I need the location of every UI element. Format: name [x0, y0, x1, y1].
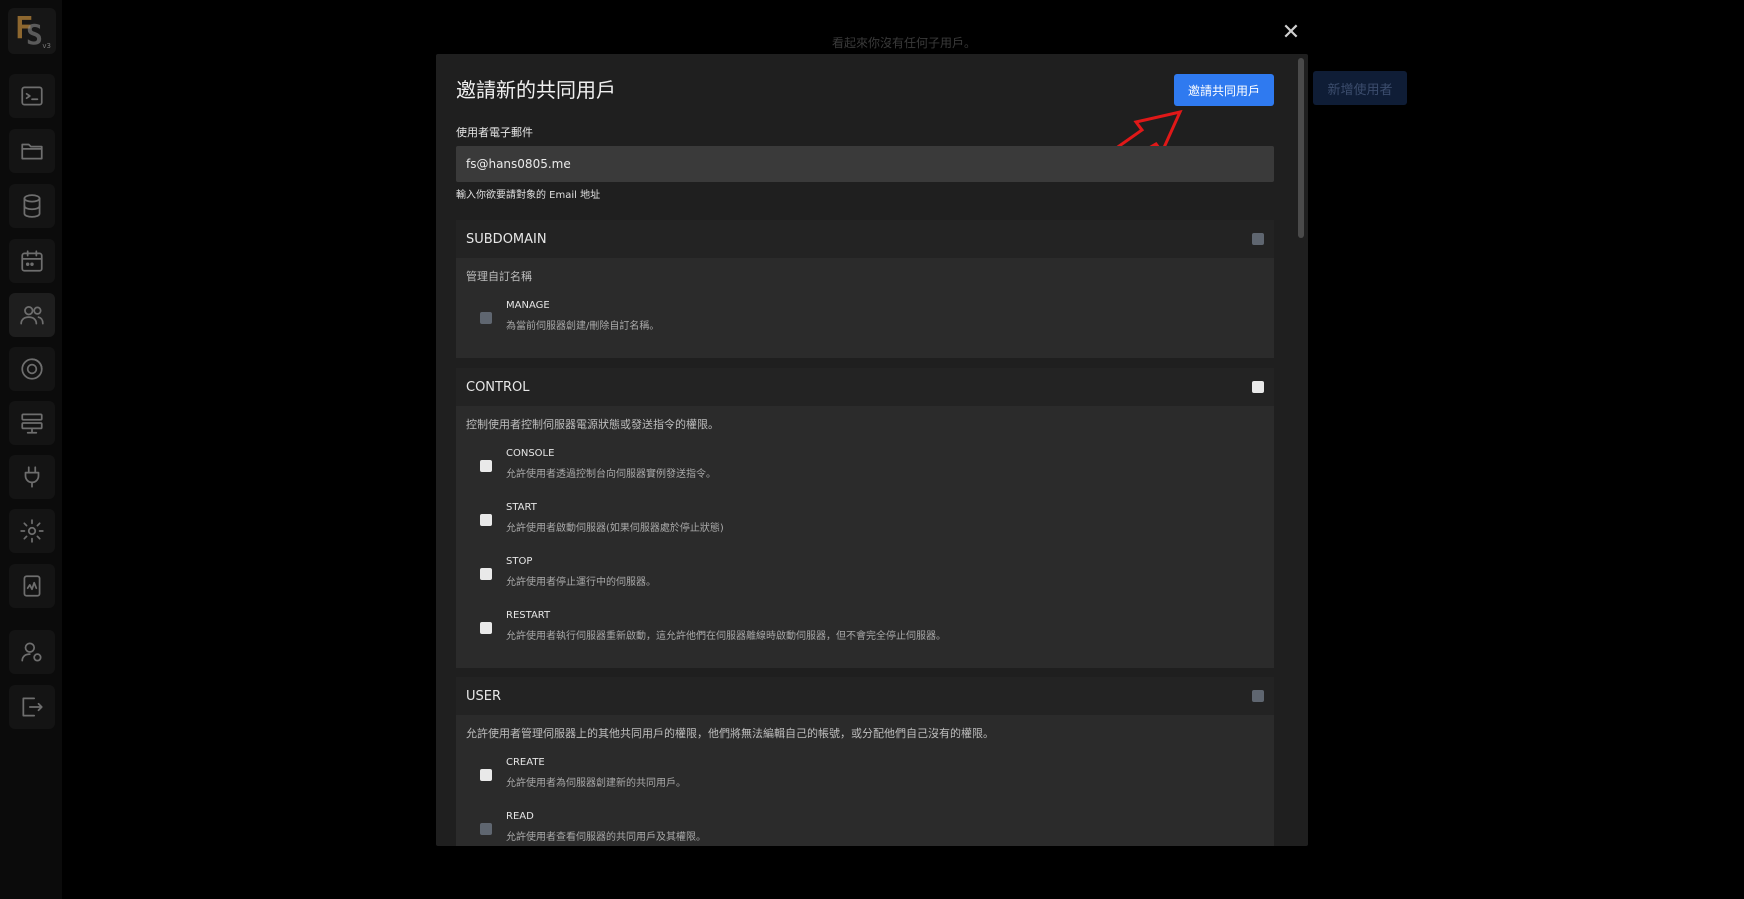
- close-icon[interactable]: ✕: [1280, 22, 1302, 44]
- perm-start: START 允許使用者啟動伺服器(如果伺服器處於停止狀態): [466, 500, 1264, 554]
- select-all-checkbox[interactable]: [1252, 690, 1264, 702]
- permission-checkbox[interactable]: [480, 568, 492, 580]
- permission-checkbox[interactable]: [480, 312, 492, 324]
- section-title: SUBDOMAIN: [466, 231, 547, 247]
- perm-console: CONSOLE 允許使用者透過控制台向伺服器實例發送指令。: [466, 446, 1264, 500]
- logo-version: v3: [42, 42, 51, 50]
- calendar-icon: [21, 250, 43, 272]
- gear-icon: [20, 519, 44, 543]
- nav-settings[interactable]: [9, 509, 55, 553]
- network-icon: [21, 413, 43, 434]
- section-desc: 管理自訂名稱: [466, 270, 532, 283]
- nav-startup[interactable]: [9, 455, 55, 499]
- perm-desc: 為當前伺服器創建/刪除自訂名稱。: [506, 321, 660, 332]
- no-subusers-notice: 看起來你沒有任何子用戶。: [832, 36, 977, 50]
- perm-name: CONSOLE: [506, 448, 555, 459]
- perm-desc: 允許使用者啟動伺服器(如果伺服器處於停止狀態): [506, 523, 724, 534]
- database-icon: [23, 194, 41, 218]
- email-help: 輸入你欲要請對象的 Email 地址: [456, 190, 601, 201]
- perm-desc: 允許使用者停止運行中的伺服器。: [506, 577, 656, 588]
- perm-name: STOP: [506, 556, 533, 567]
- section-user: USER 允許使用者管理伺服器上的其他共同用戶的權限，他們將無法編輯自己的帳號，…: [456, 677, 1274, 846]
- invite-subuser-button[interactable]: 邀請共同用戶: [1174, 74, 1274, 106]
- permission-checkbox[interactable]: [480, 823, 492, 835]
- folder-icon: [21, 143, 43, 160]
- nav-logout[interactable]: [9, 685, 55, 729]
- section-title: CONTROL: [466, 379, 530, 395]
- perm-manage: MANAGE 為當前伺服器創建/刪除自訂名稱。: [466, 298, 1264, 352]
- permission-checkbox[interactable]: [480, 514, 492, 526]
- permission-checkbox[interactable]: [480, 769, 492, 781]
- users-icon: [20, 306, 44, 325]
- modal-title: 邀請新的共同用戶: [456, 78, 616, 102]
- perm-restart: RESTART 允許使用者執行伺服器重新啟動，這允許他們在伺服器離線時啟動伺服器…: [466, 608, 1264, 662]
- perm-desc: 允許使用者執行伺服器重新啟動，這允許他們在伺服器離線時啟動伺服器，但不會完全停止…: [506, 631, 946, 642]
- permission-checkbox[interactable]: [480, 460, 492, 472]
- terminal-icon: [21, 86, 43, 106]
- perm-name: READ: [506, 811, 534, 822]
- email-field[interactable]: [456, 146, 1274, 182]
- add-user-button[interactable]: 新增使用者: [1313, 71, 1407, 105]
- perm-desc: 允許使用者透過控制台向伺服器實例發送指令。: [506, 469, 716, 480]
- modal-scrollbar[interactable]: [1298, 58, 1304, 238]
- select-all-checkbox[interactable]: [1252, 233, 1264, 245]
- perm-stop: STOP 允許使用者停止運行中的伺服器。: [466, 554, 1264, 608]
- section-title: USER: [466, 688, 502, 704]
- sidebar: FS v3: [0, 0, 62, 899]
- perm-desc: 允許使用者為伺服器創建新的共同用戶。: [506, 778, 686, 789]
- section-control: CONTROL 控制使用者控制伺服器電源狀態或發送指令的權限。 CONSOLE …: [456, 368, 1274, 668]
- invite-subuser-modal: 邀請新的共同用戶 邀請共同用戶 使用者電子郵件 輸入你欲要請對象的 Email …: [436, 54, 1308, 846]
- logout-icon: [22, 697, 43, 717]
- permission-checkbox[interactable]: [480, 622, 492, 634]
- section-desc: 允許使用者管理伺服器上的其他共同用戶的權限，他們將無法編輯自己的帳號，或分配他們…: [466, 727, 994, 740]
- perm-name: CREATE: [506, 757, 545, 768]
- app-logo[interactable]: FS v3: [8, 8, 56, 54]
- nav-files[interactable]: [9, 129, 55, 173]
- email-label: 使用者電子郵件: [456, 126, 533, 139]
- nav-account[interactable]: [9, 630, 55, 674]
- nav-activity[interactable]: [9, 564, 55, 608]
- perm-desc: 允許使用者查看伺服器的共同用戶及其權限。: [506, 832, 706, 843]
- perm-name: MANAGE: [506, 300, 550, 311]
- perm-name: RESTART: [506, 610, 551, 621]
- nav-network[interactable]: [9, 401, 55, 445]
- select-all-checkbox[interactable]: [1252, 381, 1264, 393]
- section-desc: 控制使用者控制伺服器電源狀態或發送指令的權限。: [466, 418, 719, 431]
- nav-console[interactable]: [9, 74, 55, 118]
- nav-backups[interactable]: [9, 347, 55, 391]
- backup-icon: [21, 358, 43, 380]
- nav-databases[interactable]: [9, 184, 55, 228]
- section-subdomain: SUBDOMAIN 管理自訂名稱 MANAGE 為當前伺服器創建/刪除自訂名稱。: [456, 220, 1274, 358]
- perm-create: CREATE 允許使用者為伺服器創建新的共同用戶。: [466, 755, 1264, 809]
- account-settings-icon: [21, 642, 42, 662]
- plug-icon: [24, 466, 40, 488]
- nav-users[interactable]: [9, 293, 55, 337]
- activity-icon: [23, 575, 41, 597]
- perm-read: READ 允許使用者查看伺服器的共同用戶及其權限。: [466, 809, 1264, 846]
- perm-name: START: [506, 502, 537, 513]
- nav-schedules[interactable]: [9, 239, 55, 283]
